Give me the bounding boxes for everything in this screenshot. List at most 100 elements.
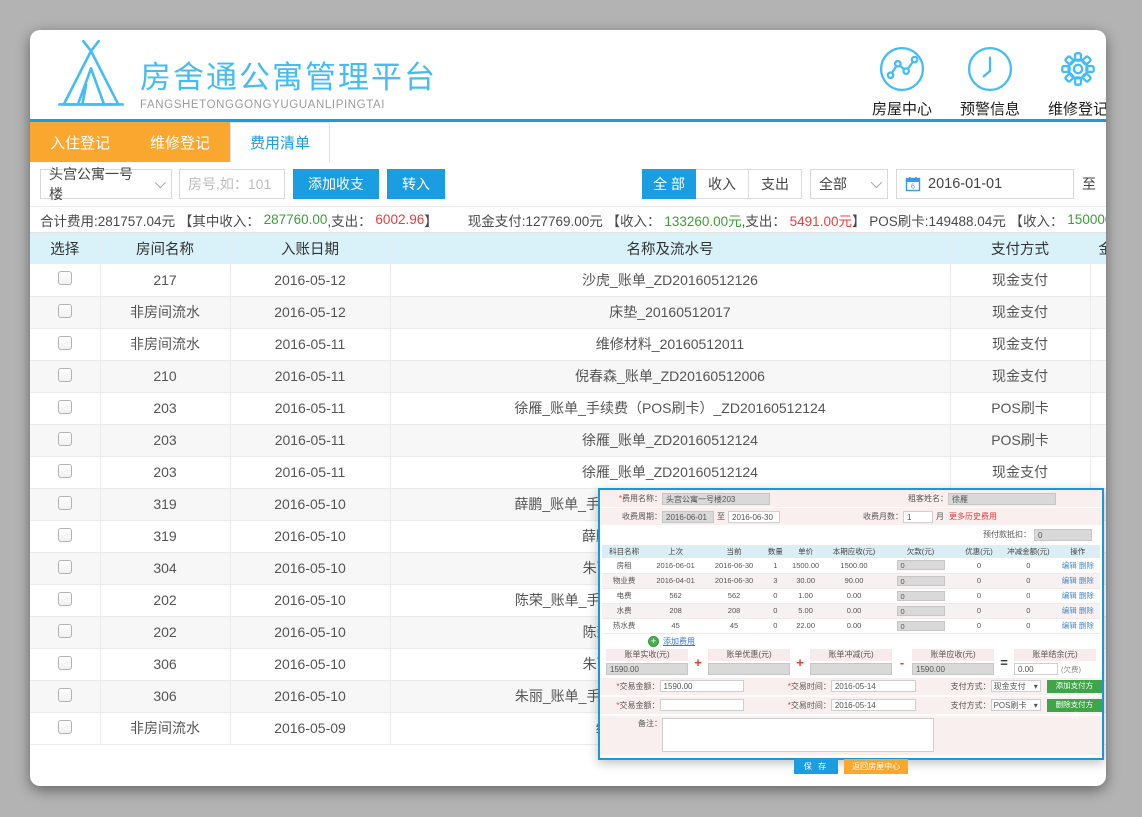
edit-fee-link[interactable]: 编辑 [1062, 576, 1077, 585]
delete-payment-method-button[interactable]: 删除支付方式 [1047, 699, 1102, 712]
edit-fee-link[interactable]: 编辑 [1062, 621, 1077, 630]
nav-预警信息[interactable]: 预警信息 [946, 46, 1034, 119]
fee-name-label: 费用名称： [600, 493, 662, 504]
edit-fee-link[interactable]: 编辑 [1062, 591, 1077, 600]
add-payment-method-button[interactable]: 添加支付方式 [1047, 680, 1102, 693]
fee-column-单价: 单价 [787, 545, 823, 558]
type-select-value: 全部 [819, 174, 847, 194]
delete-fee-link[interactable]: 删除 [1079, 561, 1094, 570]
row-checkbox[interactable] [58, 464, 72, 478]
fee-arrears-input[interactable]: 0 [897, 576, 945, 586]
back-to-house-center-button[interactable]: 返回房屋中心 [844, 759, 908, 774]
fee-current-cell: 2016-06-30 [705, 558, 763, 573]
bill-name-link[interactable]: 徐雁_账单_ZD20160512124 [390, 424, 950, 456]
edit-fee-link[interactable]: 编辑 [1062, 606, 1077, 615]
fee-arrears-input[interactable]: 0 [897, 621, 945, 631]
row-checkbox[interactable] [58, 720, 72, 734]
room-cell: 319 [100, 520, 230, 552]
period-to-field[interactable]: 2016-06-30 [728, 511, 780, 523]
fee-price-cell: 1.00 [787, 588, 823, 603]
row-checkbox[interactable] [58, 592, 72, 606]
tab-维修登记[interactable]: 维修登记 [130, 122, 230, 162]
calendar-icon: 6 [905, 176, 921, 192]
row-checkbox[interactable] [58, 432, 72, 446]
transfer-in-button[interactable]: 转入 [387, 169, 445, 199]
row-checkbox[interactable] [58, 528, 72, 542]
charge-months-field[interactable]: 1 [903, 511, 933, 523]
row-checkbox[interactable] [58, 560, 72, 574]
fee-arrears-input[interactable]: 0 [897, 606, 945, 616]
type-select[interactable]: 全部 [810, 169, 888, 199]
transaction-amount-field[interactable]: 1590.00 [660, 680, 745, 692]
bill-balance-label: 账单结余(元) [1014, 649, 1096, 661]
row-checkbox[interactable] [58, 496, 72, 510]
date-from-input[interactable]: 6 2016-01-01 [896, 169, 1074, 199]
fee-column-当前: 当前 [705, 545, 763, 558]
transaction-amount-field[interactable] [660, 699, 745, 711]
bill-name-link[interactable]: 维修材料_20160512011 [390, 328, 950, 360]
bill-name-link[interactable]: 沙虎_账单_ZD20160512126 [390, 264, 950, 296]
payment-method-label: 支付方式： [916, 700, 991, 711]
row-checkbox[interactable] [58, 336, 72, 350]
popup-period-row: 收费周期： 2016-06-01 至 2016-06-30 收费月数： 1 月 … [600, 508, 1102, 525]
nav-维修登记[interactable]: 维修登记 [1034, 46, 1106, 119]
column-header-选择: 选择 [30, 233, 100, 264]
date-cell: 2016-05-11 [230, 328, 390, 360]
row-checkbox[interactable] [58, 368, 72, 382]
transaction-time-field[interactable]: 2016-05-14 [831, 699, 916, 711]
add-fee-link[interactable]: 添加费用 [663, 636, 695, 647]
remark-textarea[interactable] [662, 718, 934, 752]
svg-text:6: 6 [911, 184, 915, 191]
date-cell: 2016-05-10 [230, 584, 390, 616]
row-checkbox[interactable] [58, 688, 72, 702]
room-cell: 319 [100, 488, 230, 520]
fee-actions-cell: 编辑 删除 [1056, 618, 1100, 633]
nav-房屋中心[interactable]: 房屋中心 [858, 46, 946, 119]
fee-discount-cell: 0 [957, 603, 1001, 618]
room-cell: 210 [100, 360, 230, 392]
period-from-field[interactable]: 2016-06-01 [662, 511, 714, 523]
segment-收入[interactable]: 收入 [696, 169, 749, 199]
delete-fee-link[interactable]: 删除 [1079, 606, 1094, 615]
bill-name-link[interactable]: 床垫_20160512017 [390, 296, 950, 328]
row-checkbox[interactable] [58, 304, 72, 318]
segment-支出[interactable]: 支出 [749, 169, 802, 199]
payment-method-select[interactable]: POS刷卡▾ [991, 699, 1041, 711]
delete-fee-link[interactable]: 删除 [1079, 591, 1094, 600]
amount-cell: -4 [1090, 328, 1106, 360]
summary-bar: 合计费用:281757.04元 【其中收入： 287760.00,支出： 600… [30, 206, 1106, 233]
add-income-expense-button[interactable]: 添加收支 [293, 169, 379, 199]
fee-column-欠款(元): 欠款(元) [884, 545, 957, 558]
bill-offset-field [810, 663, 892, 675]
history-fees-link[interactable]: 更多历史费用 [949, 511, 997, 522]
fee-arrears-input[interactable]: 0 [897, 560, 945, 570]
fee-actions-cell: 编辑 删除 [1056, 588, 1100, 603]
delete-fee-link[interactable]: 删除 [1079, 621, 1094, 630]
row-checkbox[interactable] [58, 624, 72, 638]
bill-name-link[interactable]: 倪春森_账单_ZD20160512006 [390, 360, 950, 392]
segment-全部[interactable]: 全 部 [642, 169, 696, 199]
tab-入住登记[interactable]: 入住登记 [30, 122, 130, 162]
fee-items-table: 科目名称上次当前数量单价本期应收(元)欠款(元)优惠(元)冲减金额(元)操作 房… [602, 545, 1100, 634]
payment-method-select[interactable]: 现金支付▾ [991, 680, 1041, 692]
room-number-input[interactable] [179, 169, 285, 199]
date-cell: 2016-05-10 [230, 520, 390, 552]
table-row: 2032016-05-11徐雁_账单_手续费（POS刷卡）_ZD20160512… [30, 392, 1106, 424]
bill-name-link[interactable]: 徐雁_账单_ZD20160512124 [390, 456, 950, 488]
tab-费用清单[interactable]: 费用清单 [230, 122, 330, 162]
edit-fee-link[interactable]: 编辑 [1062, 561, 1077, 570]
row-checkbox[interactable] [58, 271, 72, 285]
fee-arrears-input[interactable]: 0 [897, 591, 945, 601]
bill-discount-label: 账单优惠(元) [708, 649, 790, 661]
row-checkbox[interactable] [58, 656, 72, 670]
save-button[interactable]: 保 存 [794, 759, 838, 774]
date-range-to-label: 至 [1082, 174, 1096, 194]
summary-segment: ,支出： [742, 210, 790, 230]
row-checkbox[interactable] [58, 400, 72, 414]
payment-method-cell: 现金支付 [950, 264, 1090, 296]
filter-bar: 头宫公寓一号楼 添加收支 转入 全 部收入支出 全部 6 2016-01-01 [30, 162, 1106, 206]
transaction-time-field[interactable]: 2016-05-14 [831, 680, 916, 692]
payment-method-cell: 现金支付 [950, 456, 1090, 488]
delete-fee-link[interactable]: 删除 [1079, 576, 1094, 585]
building-select[interactable]: 头宫公寓一号楼 [40, 169, 172, 199]
